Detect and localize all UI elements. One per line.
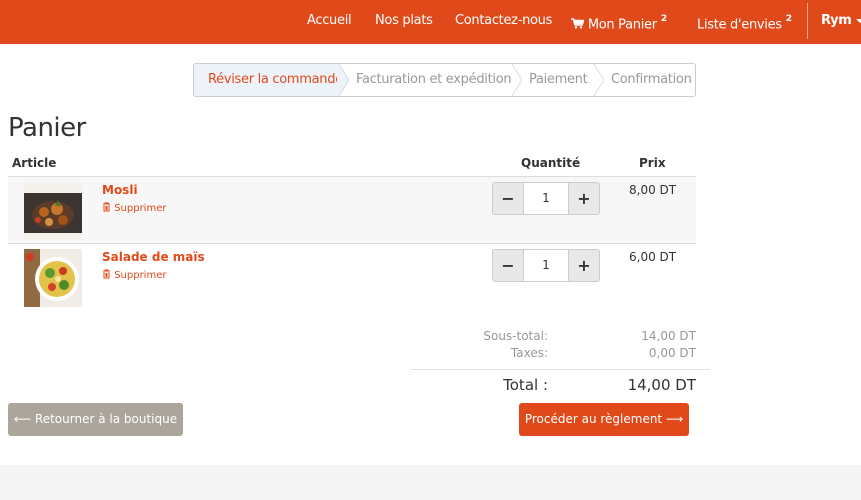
cart-count-badge: 2 (660, 14, 667, 24)
product-price: 8,00 DT (629, 183, 677, 197)
product-price: 6,00 DT (629, 250, 677, 264)
step-review[interactable]: Réviser la commande (194, 64, 343, 96)
cart-row: Mosli Supprimer − 1 + 8,00 DT (8, 176, 696, 243)
step-separator-icon (337, 64, 349, 96)
nav-nos-plats[interactable]: Nos plats (375, 0, 433, 44)
top-navbar: Accueil Nos plats Contactez-nous Mon Pan… (0, 0, 861, 44)
step-payment[interactable]: Paiement (529, 64, 588, 96)
back-to-shop-button[interactable]: ⟵ Retourner à la boutique (8, 403, 183, 436)
nav-divider (807, 3, 808, 39)
footer (0, 465, 861, 500)
tax-label: Taxes: (510, 346, 548, 360)
column-header-article: Article (12, 156, 57, 170)
product-name[interactable]: Salade de maïs (102, 250, 205, 264)
step-separator-icon (511, 64, 522, 96)
nav-wishlist-label: Liste d'envies (697, 17, 782, 33)
total-label: Total : (503, 376, 548, 394)
nav-accueil[interactable]: Accueil (307, 0, 352, 44)
arrow-left-icon: ⟵ (13, 412, 32, 426)
quantity-stepper: − 1 + (492, 182, 602, 215)
increase-button[interactable]: + (568, 182, 600, 215)
cart-row: Salade de maïs Supprimer − 1 + 6,00 DT (8, 243, 696, 310)
trash-icon (103, 202, 110, 212)
product-image (24, 182, 82, 240)
decrease-button[interactable]: − (492, 249, 524, 282)
checkout-button-label: Procéder au règlement (524, 412, 663, 426)
arrow-right-icon: ⟶ (665, 412, 684, 426)
remove-label: Supprimer (114, 203, 167, 214)
column-header-quantity: Quantité (521, 156, 581, 170)
decrease-button[interactable]: − (492, 182, 524, 215)
subtotal-value: 14,00 DT (641, 329, 696, 343)
nav-contact[interactable]: Contactez-nous (455, 0, 552, 44)
product-image (24, 249, 82, 307)
increase-button[interactable]: + (568, 249, 600, 282)
step-separator-icon (593, 64, 604, 96)
product-name[interactable]: Mosli (102, 183, 138, 197)
subtotal-label: Sous-total: (483, 329, 548, 343)
back-button-label: Retourner à la boutique (34, 412, 178, 426)
step-confirmation[interactable]: Confirmation (611, 64, 692, 96)
user-menu[interactable]: Rym (821, 0, 861, 44)
user-name: Rym (821, 13, 852, 28)
column-header-price: Prix (639, 156, 666, 170)
quantity-input[interactable]: 1 (524, 182, 568, 215)
page-title: Panier (8, 113, 86, 143)
total-value: 14,00 DT (627, 376, 696, 394)
nav-cart-label: Mon Panier (587, 17, 657, 33)
shopping-cart-icon (571, 18, 585, 29)
remove-link[interactable]: Supprimer (102, 202, 166, 214)
nav-cart[interactable]: Mon Panier 2 (571, 0, 667, 44)
checkout-steps: Réviser la commande Facturation et expéd… (193, 63, 696, 97)
tax-value: 0,00 DT (648, 346, 696, 360)
wishlist-count-badge: 2 (785, 14, 792, 24)
caret-down-icon (855, 18, 861, 23)
checkout-button[interactable]: Procéder au règlement ⟶ (519, 403, 689, 436)
nav-wishlist[interactable]: Liste d'envies 2 (697, 0, 792, 44)
quantity-input[interactable]: 1 (524, 249, 568, 282)
remove-label: Supprimer (114, 270, 167, 281)
total-divider (411, 369, 710, 370)
step-billing[interactable]: Facturation et expédition (356, 64, 512, 96)
quantity-stepper: − 1 + (492, 249, 602, 282)
remove-link[interactable]: Supprimer (102, 269, 166, 281)
trash-icon (103, 269, 110, 279)
